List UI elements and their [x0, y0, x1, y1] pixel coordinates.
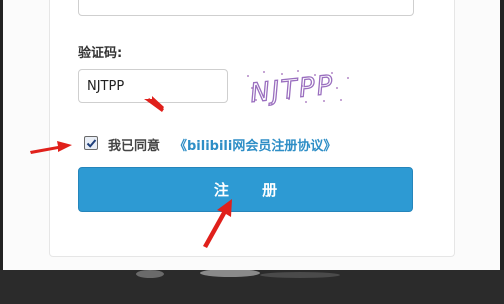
screen-frame-left [0, 0, 3, 304]
check-icon [86, 139, 97, 148]
screen-frame-right [500, 0, 504, 304]
agree-checkbox[interactable] [84, 136, 98, 150]
captcha-input[interactable] [78, 69, 228, 103]
agreement-link[interactable]: 《bilibili网会员注册协议》 [174, 135, 336, 154]
register-button[interactable]: 注 册 [78, 167, 413, 212]
previous-field-input[interactable] [78, 0, 414, 16]
captcha-text: NJTPP [249, 70, 336, 108]
registration-panel [49, 0, 455, 257]
bottom-screen-bar [0, 270, 504, 304]
bottom-glow [136, 270, 340, 278]
captcha-label: 验证码: [78, 46, 123, 61]
captcha-image[interactable]: NJTPP [242, 66, 354, 108]
agree-text: 我已同意 [108, 139, 161, 154]
